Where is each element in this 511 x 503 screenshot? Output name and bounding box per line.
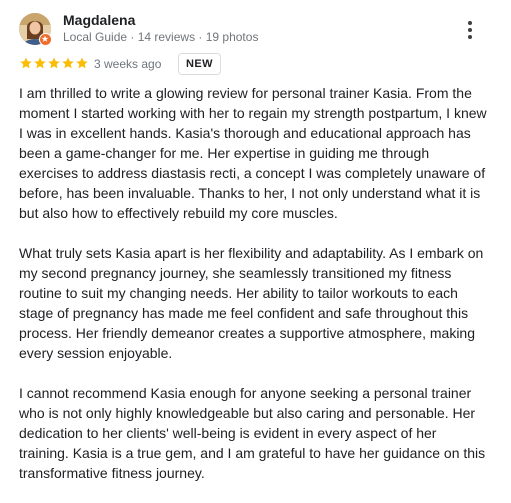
star-icon bbox=[33, 56, 47, 70]
star-icon bbox=[75, 56, 89, 70]
star-icon bbox=[47, 56, 61, 70]
review-paragraph: What truly sets Kasia apart is her flexi… bbox=[19, 245, 484, 361]
review-date: 3 weeks ago bbox=[94, 57, 162, 71]
review-paragraph: I cannot recommend Kasia enough for anyo… bbox=[19, 385, 486, 481]
author-meta[interactable]: Local Guide · 14 reviews · 19 photos bbox=[63, 30, 258, 44]
review-text: I am thrilled to write a glowing review … bbox=[19, 83, 489, 503]
more-vert-icon bbox=[468, 21, 472, 39]
new-badge: NEW bbox=[178, 53, 221, 75]
star-rating bbox=[19, 56, 89, 70]
review-card: Magdalena Local Guide · 14 reviews · 19 … bbox=[0, 0, 511, 498]
star-icon bbox=[61, 56, 75, 70]
local-guide-badge-icon bbox=[39, 33, 52, 46]
more-options-button[interactable] bbox=[456, 17, 484, 45]
star-icon bbox=[19, 56, 33, 70]
author-name[interactable]: Magdalena bbox=[63, 12, 135, 28]
review-paragraph: I am thrilled to write a glowing review … bbox=[19, 85, 487, 221]
